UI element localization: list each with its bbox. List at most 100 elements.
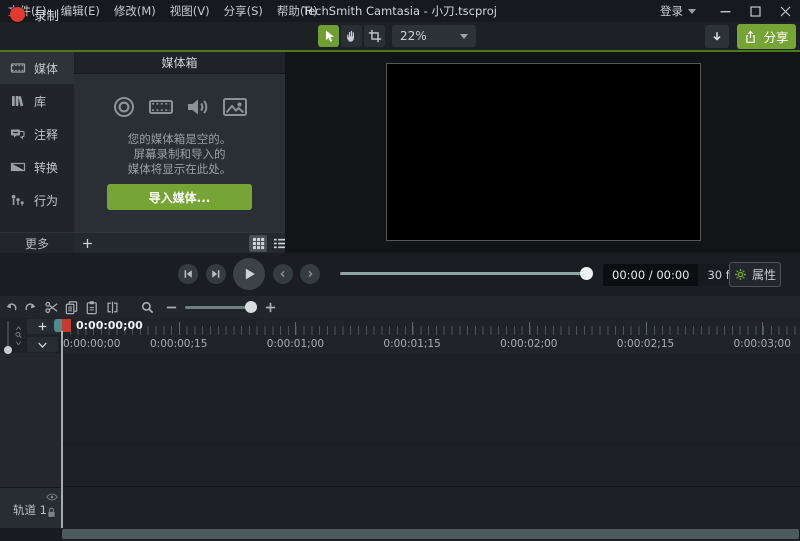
ruler-label: 0:00:03;00 xyxy=(733,338,790,350)
sidebar-item-library[interactable]: 库 xyxy=(0,85,74,117)
download-icon xyxy=(710,30,724,44)
scrubber-thumb[interactable] xyxy=(580,267,593,280)
cut-button[interactable] xyxy=(43,299,59,315)
zoom-out-icon xyxy=(165,301,178,314)
login-button[interactable]: 登录 xyxy=(660,3,696,19)
media-bin-empty-line: 媒体将显示在此处。 xyxy=(74,162,285,177)
transitions-icon xyxy=(10,159,26,175)
split-button[interactable] xyxy=(104,299,120,315)
ruler-label: 0:00:01;00 xyxy=(267,338,324,350)
titlebar-right: 登录 xyxy=(660,0,800,22)
selection-tool-button[interactable] xyxy=(318,25,339,47)
ruler-major-tick xyxy=(295,322,296,335)
record-icon xyxy=(10,7,25,22)
lane-separator xyxy=(62,443,800,444)
library-icon xyxy=(10,93,26,109)
collapse-tracks-button[interactable] xyxy=(27,337,58,352)
ruler-major-tick xyxy=(646,322,647,335)
crop-tool-button[interactable] xyxy=(364,25,385,47)
menu-item[interactable]: 分享(S) xyxy=(224,3,263,19)
track-name: 轨道 1 xyxy=(13,502,47,518)
properties-button[interactable]: 属性 xyxy=(729,262,781,287)
record-button[interactable]: 录制 xyxy=(6,3,63,25)
window-title: TechSmith Camtasia - 小刀.tscproj xyxy=(303,0,497,22)
media-bin-empty-text: 您的媒体箱是空的。屏幕录制和导入的媒体将显示在此处。 xyxy=(74,132,285,177)
sidebar-item-label: 媒体 xyxy=(34,60,58,77)
magnifier-icon xyxy=(140,300,155,315)
timeline-lanes[interactable] xyxy=(62,353,800,528)
playhead-out-marker[interactable] xyxy=(62,319,71,332)
sidebar-more-button[interactable]: 更多 xyxy=(0,232,74,253)
step-forward-button[interactable] xyxy=(206,264,226,284)
horizontal-scrollbar-thumb[interactable] xyxy=(62,529,799,539)
sidebar-item-label: 注释 xyxy=(34,126,58,143)
record-label: 录制 xyxy=(34,5,59,24)
properties-label: 属性 xyxy=(752,266,776,283)
share-label: 分享 xyxy=(763,27,788,46)
cut-icon xyxy=(44,300,59,315)
menu-item[interactable]: 编辑(E) xyxy=(61,3,100,19)
behaviors-icon xyxy=(10,192,26,208)
track-visibility-button[interactable] xyxy=(46,493,58,501)
add-tab-button[interactable] xyxy=(78,235,96,252)
redo-button[interactable] xyxy=(22,299,38,315)
sidebar-item-transitions[interactable]: 转换 xyxy=(0,151,74,183)
next-clip-button[interactable] xyxy=(300,264,320,284)
gear-icon xyxy=(734,268,747,281)
zoom-out-button[interactable] xyxy=(163,299,179,315)
previous-clip-button[interactable] xyxy=(273,264,293,284)
sidebar-item-label: 行为 xyxy=(34,192,58,209)
lane-separator xyxy=(62,486,800,487)
sidebar-item-behaviors[interactable]: 行为 xyxy=(0,184,74,216)
zoom-in-icon xyxy=(264,301,277,314)
media-icon xyxy=(10,60,26,76)
play-icon xyxy=(240,265,258,283)
minimize-icon xyxy=(720,6,731,17)
sidebar-item-annotations[interactable]: 注释 xyxy=(0,118,74,150)
time-display: 00:00 / 00:00 xyxy=(603,268,698,282)
copy-icon xyxy=(64,300,79,315)
sidebar-more-label: 更多 xyxy=(25,235,49,252)
canvas-zoom-select[interactable]: 22% xyxy=(392,25,476,47)
menu-item[interactable]: 修改(M) xyxy=(114,3,156,19)
timeline-toolbar xyxy=(0,296,800,318)
caret-down-icon xyxy=(15,341,22,345)
prev-frame-icon xyxy=(182,268,194,280)
track-lock-button[interactable] xyxy=(46,506,57,519)
canvas-zoom-value: 22% xyxy=(400,29,427,43)
sidebar-item-media[interactable]: 媒体 xyxy=(0,52,74,84)
previous-frame-button[interactable] xyxy=(178,264,198,284)
media-bin-footer xyxy=(74,232,285,253)
play-button[interactable] xyxy=(233,258,265,290)
timeline-zoom-thumb[interactable] xyxy=(245,301,257,313)
sidebar-item-label: 库 xyxy=(34,93,46,110)
media-bin-empty-line: 屏幕录制和导入的 xyxy=(74,147,285,162)
media-bin-header: 媒体箱 xyxy=(74,52,285,74)
media-bin-panel: 媒体箱 您的媒体箱是空的。屏幕录制和导入的媒体将显示在此处。 导入媒体... xyxy=(74,52,285,253)
share-button[interactable]: 分享 xyxy=(737,24,796,49)
download-button[interactable] xyxy=(705,25,729,48)
close-button[interactable] xyxy=(770,0,800,22)
maximize-button[interactable] xyxy=(740,0,770,22)
minimize-button[interactable] xyxy=(710,0,740,22)
import-media-button[interactable]: 导入媒体... xyxy=(107,184,252,210)
zoom-in-button[interactable] xyxy=(262,299,278,315)
scrubber-track[interactable] xyxy=(340,272,592,275)
chevron-down-icon xyxy=(460,34,468,39)
track-height-thumb[interactable] xyxy=(4,346,12,354)
horizontal-scrollbar xyxy=(62,529,800,539)
ruler-minor-ticks xyxy=(62,326,800,335)
pan-tool-button[interactable] xyxy=(341,25,362,47)
undo-button[interactable] xyxy=(3,299,19,315)
canvas-area xyxy=(285,52,800,253)
track-header: 轨道 1 xyxy=(0,487,62,528)
copy-button[interactable] xyxy=(63,299,79,315)
timeline-corner xyxy=(0,528,62,541)
paste-button[interactable] xyxy=(83,299,99,315)
menu-item[interactable]: 视图(V) xyxy=(170,3,210,19)
image-icon xyxy=(222,94,248,120)
canvas-tools xyxy=(318,25,385,47)
preview-stage[interactable] xyxy=(386,63,701,241)
playhead[interactable] xyxy=(61,331,63,528)
grid-view-button[interactable] xyxy=(249,235,267,252)
